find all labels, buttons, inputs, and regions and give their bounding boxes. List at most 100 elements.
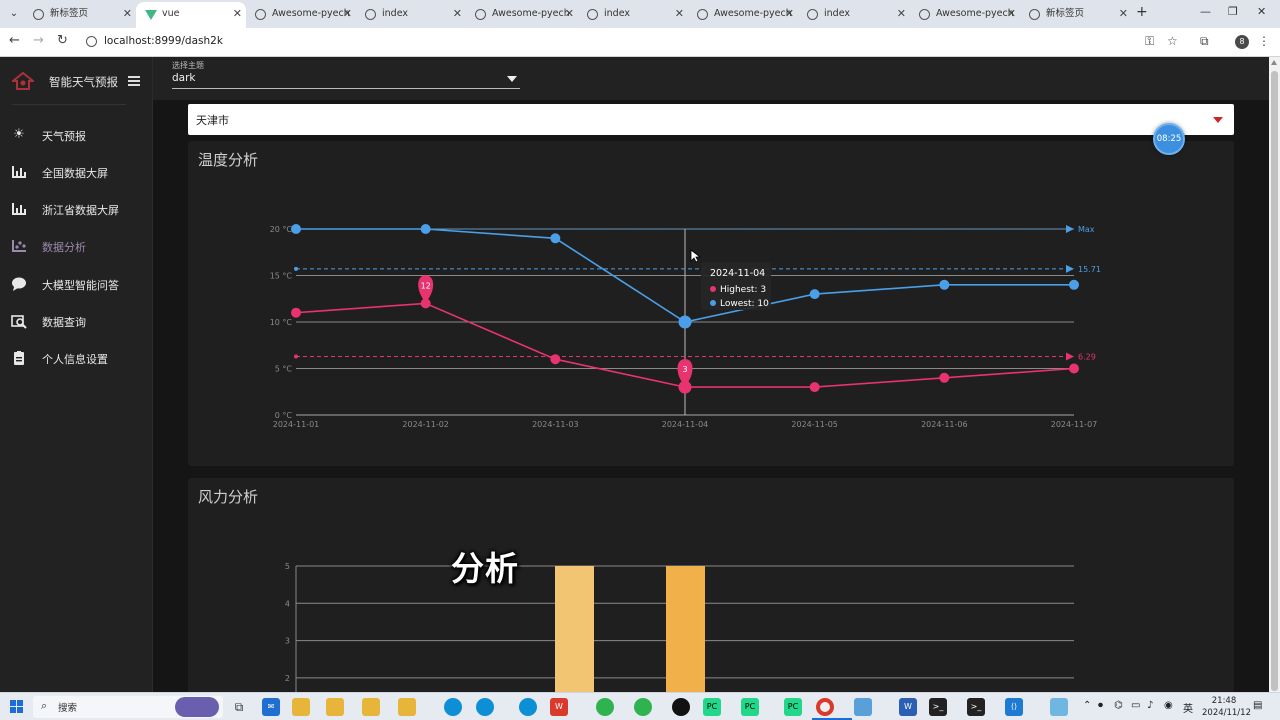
sidebar-item-weather[interactable]: ☀ 天气预报 — [0, 120, 153, 150]
pycharm-icon[interactable]: PC — [784, 698, 802, 716]
wechat-icon[interactable] — [634, 698, 652, 716]
close-icon[interactable]: ✕ — [1007, 2, 1016, 26]
site-info-icon[interactable] — [86, 36, 97, 47]
taskbar-clock[interactable]: 21:48 2024/11/12 — [1202, 695, 1251, 719]
folder-icon[interactable] — [292, 698, 310, 716]
close-icon[interactable]: ✕ — [233, 2, 242, 26]
qq-icon[interactable] — [672, 698, 690, 716]
sidebar-item-national-dashboard[interactable]: 全国数据大屏 — [0, 157, 153, 187]
tab-title: Awesome-pyech — [492, 8, 570, 19]
close-icon[interactable]: ✕ — [1119, 2, 1128, 26]
close-icon[interactable]: ✕ — [453, 2, 462, 26]
mic-tray-icon[interactable]: ◉ — [1164, 700, 1173, 711]
theme-select[interactable]: dark — [172, 72, 196, 84]
pycharm-icon[interactable]: PC — [703, 698, 721, 716]
browser-tab-active[interactable]: vue ✕ — [136, 2, 246, 28]
browser-tab[interactable]: Awesome-pyech ✕ — [688, 2, 798, 28]
folder-icon[interactable] — [398, 698, 416, 716]
notes-app-icon[interactable] — [854, 698, 872, 716]
windows-start-icon[interactable] — [10, 700, 23, 713]
wind-bar-chart[interactable]: 2 3 4 5 — [188, 478, 1234, 692]
edge-browser-icon[interactable] — [444, 698, 462, 716]
word-icon[interactable]: W — [899, 698, 917, 716]
browser-tab[interactable]: Awesome-pyech ✕ — [246, 2, 356, 28]
profile-avatar[interactable]: 8 — [1235, 35, 1249, 49]
extensions-icon[interactable]: ⧉ — [1200, 34, 1209, 49]
ime-indicator[interactable]: 英 — [1183, 700, 1193, 715]
browser-tab[interactable]: index ✕ — [798, 2, 910, 28]
top-bar: 选择主题 dark — [153, 57, 1269, 100]
sidebar-item-data-query[interactable]: 数据查询 — [0, 306, 153, 336]
browser-tab[interactable]: index ✕ — [578, 2, 688, 28]
clock-time: 21:48 — [1211, 696, 1237, 706]
search-icon: ⌕ — [41, 699, 48, 712]
microphone-icon[interactable]: ⏺ — [1098, 700, 1103, 711]
battery-icon[interactable]: ▭ — [1131, 700, 1140, 711]
browser-tab[interactable]: 新标签页 ✕ — [1020, 2, 1132, 28]
page-scrollbar[interactable] — [1269, 57, 1280, 692]
close-icon[interactable]: ✕ — [897, 2, 906, 26]
folder-icon[interactable] — [326, 698, 344, 716]
chrome-icon[interactable] — [816, 698, 834, 716]
close-icon[interactable]: ✕ — [675, 2, 684, 26]
pycharm-icon[interactable]: PC — [741, 698, 759, 716]
wps-app-icon[interactable]: W — [550, 698, 568, 716]
sidebar-item-zhejiang-dashboard[interactable]: 浙江省数据大屏 — [0, 194, 153, 224]
reload-icon[interactable]: ↻ — [57, 33, 68, 48]
vscode-icon[interactable]: ⟨⟩ — [1005, 698, 1023, 716]
sidebar-item-data-analysis[interactable]: 数据分析 — [0, 231, 153, 261]
tray-chevron-icon[interactable]: ⌃ — [1083, 700, 1091, 711]
bookmark-star-icon[interactable]: ☆ — [1167, 34, 1178, 48]
close-icon[interactable]: ✕ — [565, 2, 574, 26]
network-icon[interactable]: ⌬ — [1114, 700, 1123, 711]
browser-tab[interactable]: index ✕ — [356, 2, 466, 28]
snipping-tool-icon[interactable] — [1050, 698, 1068, 716]
temperature-line-chart[interactable]: 0 °C 5 °C 10 °C 15 °C 20 °C 2024-11-01 2024-11… — [188, 141, 1234, 466]
city-select[interactable]: 天津市 — [188, 104, 1234, 135]
taskbar-search[interactable]: ⌕ 搜索 — [33, 696, 223, 718]
edge-browser-icon[interactable] — [519, 698, 537, 716]
browser-menu-icon[interactable]: ⋮ — [1258, 34, 1270, 48]
scroll-up-arrow-icon[interactable] — [1271, 60, 1277, 65]
data-point — [1069, 363, 1079, 374]
mark-line-start — [294, 266, 298, 271]
globe-icon — [1029, 9, 1040, 20]
edge-browser-icon[interactable] — [476, 698, 494, 716]
notification-icon[interactable]: ▤ — [1253, 700, 1262, 711]
terminal-icon[interactable]: >_ — [929, 698, 947, 716]
minimize-icon[interactable]: — — [1200, 5, 1211, 18]
forward-arrow-icon[interactable]: → — [33, 33, 44, 48]
close-icon[interactable]: ✕ — [343, 2, 352, 26]
dropdown-arrow-icon[interactable] — [1213, 117, 1223, 123]
tab-title: vue — [162, 8, 180, 19]
close-icon[interactable]: ✕ — [785, 2, 794, 26]
sidebar-item-llm-qa[interactable]: 大模型智能问答 — [0, 269, 153, 299]
menu-toggle-icon[interactable] — [128, 76, 140, 86]
back-arrow-icon[interactable]: ← — [9, 33, 20, 48]
terminal-icon[interactable]: >_ — [967, 698, 985, 716]
close-icon[interactable]: ✕ — [123, 2, 132, 26]
data-point — [939, 372, 950, 383]
y-tick-label: 2 — [285, 674, 290, 683]
mouse-cursor — [690, 249, 702, 263]
browser-tab[interactable]: Awesome-pyech ✕ — [466, 2, 578, 28]
window-close-icon[interactable]: ✕ — [1257, 5, 1266, 18]
wind-bar — [666, 566, 705, 692]
restore-icon[interactable]: ❐ — [1228, 5, 1238, 18]
wechat-icon[interactable] — [596, 698, 614, 716]
password-key-icon[interactable]: ⚿ — [1145, 34, 1154, 49]
url-field[interactable]: localhost:8999/dash2k — [104, 35, 223, 47]
sun-icon: ☀ — [13, 127, 25, 142]
task-view-icon[interactable]: ⧉ — [230, 698, 248, 716]
tab-search-menu-button[interactable]: ⌄ — [4, 4, 24, 24]
new-tab-button[interactable]: + — [1136, 4, 1148, 20]
mail-app-icon[interactable]: ✉ — [262, 698, 280, 716]
dropdown-arrow-icon[interactable] — [507, 76, 517, 82]
clock-badge[interactable]: 08:25 — [1153, 123, 1185, 155]
sidebar-item-profile-settings[interactable]: 个人信息设置 — [0, 343, 153, 373]
browser-tab[interactable]: Awesome-pyech ✕ — [910, 2, 1020, 28]
browser-tab[interactable]: 新标签页 ✕ — [24, 2, 136, 28]
speaker-icon[interactable]: ♪ — [1147, 700, 1153, 711]
folder-icon[interactable] — [362, 698, 380, 716]
scroll-thumb[interactable] — [1271, 71, 1278, 691]
